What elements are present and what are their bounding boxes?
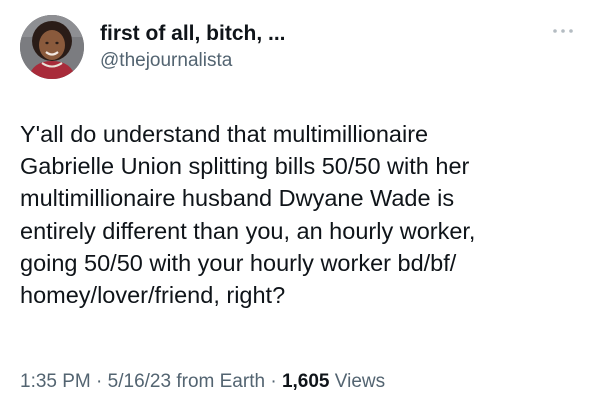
- tweet-date[interactable]: 5/16/23: [108, 371, 171, 392]
- tweet-source: from Earth: [176, 371, 266, 392]
- tweet-card: first of all, bitch, ... @thejournalista…: [0, 0, 595, 411]
- tweet-meta: 1:35 PM · 5/16/23 from Earth · 1,605 Vie…: [20, 370, 385, 394]
- author-display-name[interactable]: first of all, bitch, ...: [100, 21, 520, 47]
- meta-separator: ·: [270, 371, 277, 392]
- author-handle[interactable]: @thejournalista: [100, 49, 520, 73]
- tweet-text: Y'all do understand that multimillionair…: [20, 121, 476, 309]
- tweet-time[interactable]: 1:35 PM: [20, 371, 91, 392]
- more-horizontal-icon[interactable]: [551, 24, 575, 38]
- avatar-photo: [20, 15, 84, 79]
- views-label: Views: [334, 371, 386, 392]
- tweet-author: first of all, bitch, ... @thejournalista: [100, 21, 520, 73]
- meta-separator: ·: [96, 371, 103, 392]
- avatar[interactable]: [20, 15, 84, 79]
- views-count[interactable]: 1,605: [282, 371, 330, 392]
